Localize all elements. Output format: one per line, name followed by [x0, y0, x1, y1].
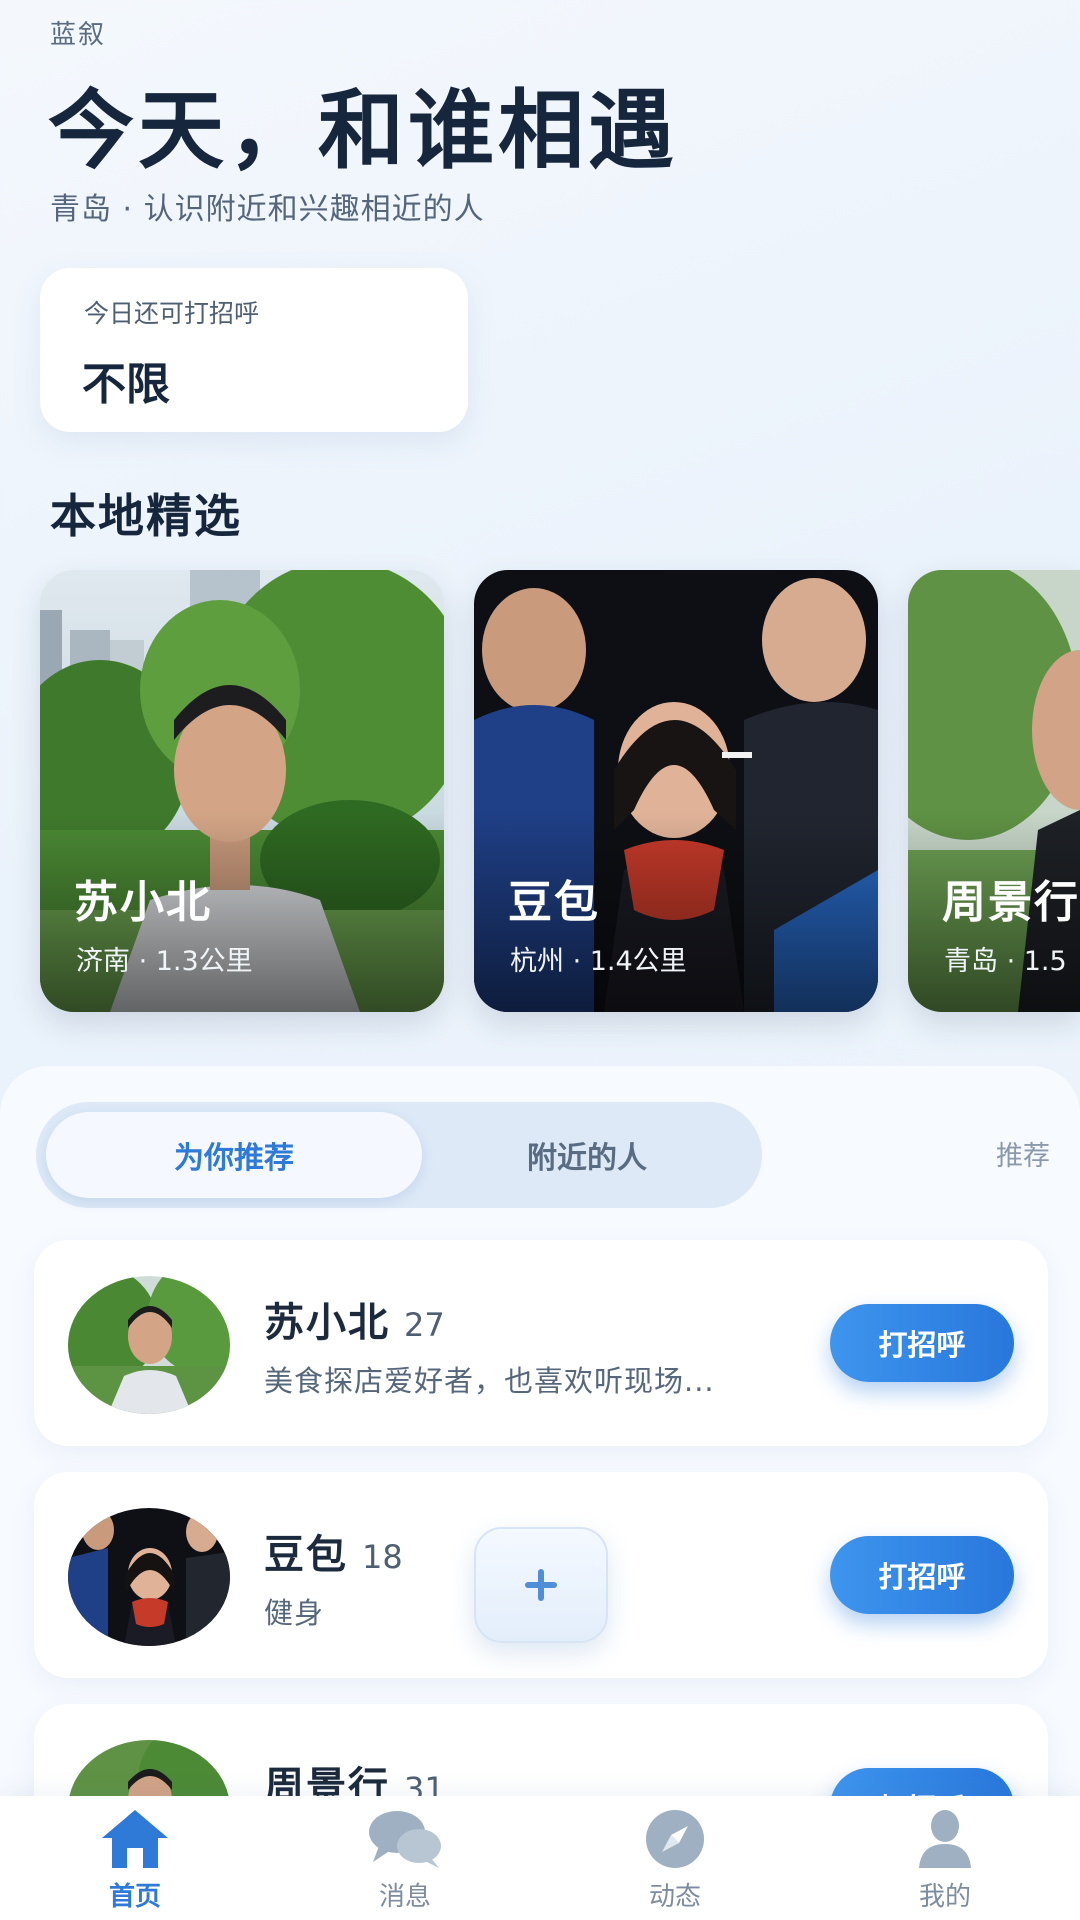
nav-item-messages[interactable]: 消息	[270, 1796, 540, 1920]
featured-section-title: 本地精选	[50, 489, 242, 543]
avatar[interactable]	[68, 1276, 230, 1414]
featured-location: 济南 · 1.3公里	[76, 946, 253, 977]
plus-icon	[525, 1569, 557, 1601]
featured-name: 苏小北	[74, 877, 212, 928]
quota-value: 不限	[82, 359, 170, 410]
tab-recommended[interactable]: 为你推荐	[46, 1112, 422, 1198]
featured-card[interactable]: 豆包 杭州 · 1.4公里	[474, 570, 878, 1012]
tab-nearby[interactable]: 附近的人	[422, 1112, 752, 1198]
bottom-nav: 首页 消息 动态 我的	[0, 1796, 1080, 1920]
nav-label: 首页	[108, 1882, 161, 1912]
nav-item-home[interactable]: 首页	[0, 1796, 270, 1920]
avatar[interactable]	[68, 1508, 230, 1646]
nav-label: 动态	[648, 1882, 701, 1912]
featured-location: 杭州 · 1.4公里	[510, 946, 687, 977]
user-name: 豆包 18	[264, 1532, 403, 1578]
featured-name: 周景行	[942, 877, 1080, 928]
greeting-quota-card: 今日还可打招呼 不限	[40, 268, 468, 432]
profile-icon	[919, 1810, 971, 1868]
user-age: 18	[362, 1538, 403, 1576]
featured-name: 豆包	[508, 877, 600, 928]
featured-card[interactable]: 周景行 青岛 · 1.5	[908, 570, 1080, 1012]
nav-item-profile[interactable]: 我的	[810, 1796, 1080, 1920]
featured-location: 青岛 · 1.5	[944, 946, 1067, 977]
nav-label: 消息	[378, 1882, 431, 1912]
compass-icon	[646, 1810, 704, 1868]
user-bio: 健身	[264, 1596, 325, 1630]
home-icon	[102, 1810, 168, 1868]
user-bio: 美食探店爱好者，也喜欢听现场...	[264, 1364, 715, 1398]
chat-icon	[369, 1811, 441, 1868]
sort-option[interactable]: 推荐	[996, 1134, 1050, 1173]
user-name: 苏小北 27	[264, 1300, 445, 1346]
list-tabs: 为你推荐 附近的人	[36, 1102, 762, 1208]
add-button[interactable]	[474, 1527, 608, 1643]
greet-button[interactable]: 打招呼	[830, 1304, 1014, 1382]
user-list-item[interactable]: 苏小北 27 美食探店爱好者，也喜欢听现场... 打招呼	[34, 1240, 1048, 1446]
page-subtitle: 青岛 · 认识附近和兴趣相近的人	[50, 192, 485, 227]
nav-item-moments[interactable]: 动态	[540, 1796, 810, 1920]
quota-label: 今日还可打招呼	[84, 299, 260, 328]
featured-card[interactable]: 苏小北 济南 · 1.3公里	[40, 570, 444, 1012]
nav-label: 我的	[918, 1882, 971, 1912]
greet-button[interactable]: 打招呼	[830, 1536, 1014, 1614]
user-age: 27	[404, 1306, 445, 1344]
app-brand: 蓝叙	[50, 20, 107, 50]
page-title: 今天，和谁相遇	[48, 81, 678, 181]
